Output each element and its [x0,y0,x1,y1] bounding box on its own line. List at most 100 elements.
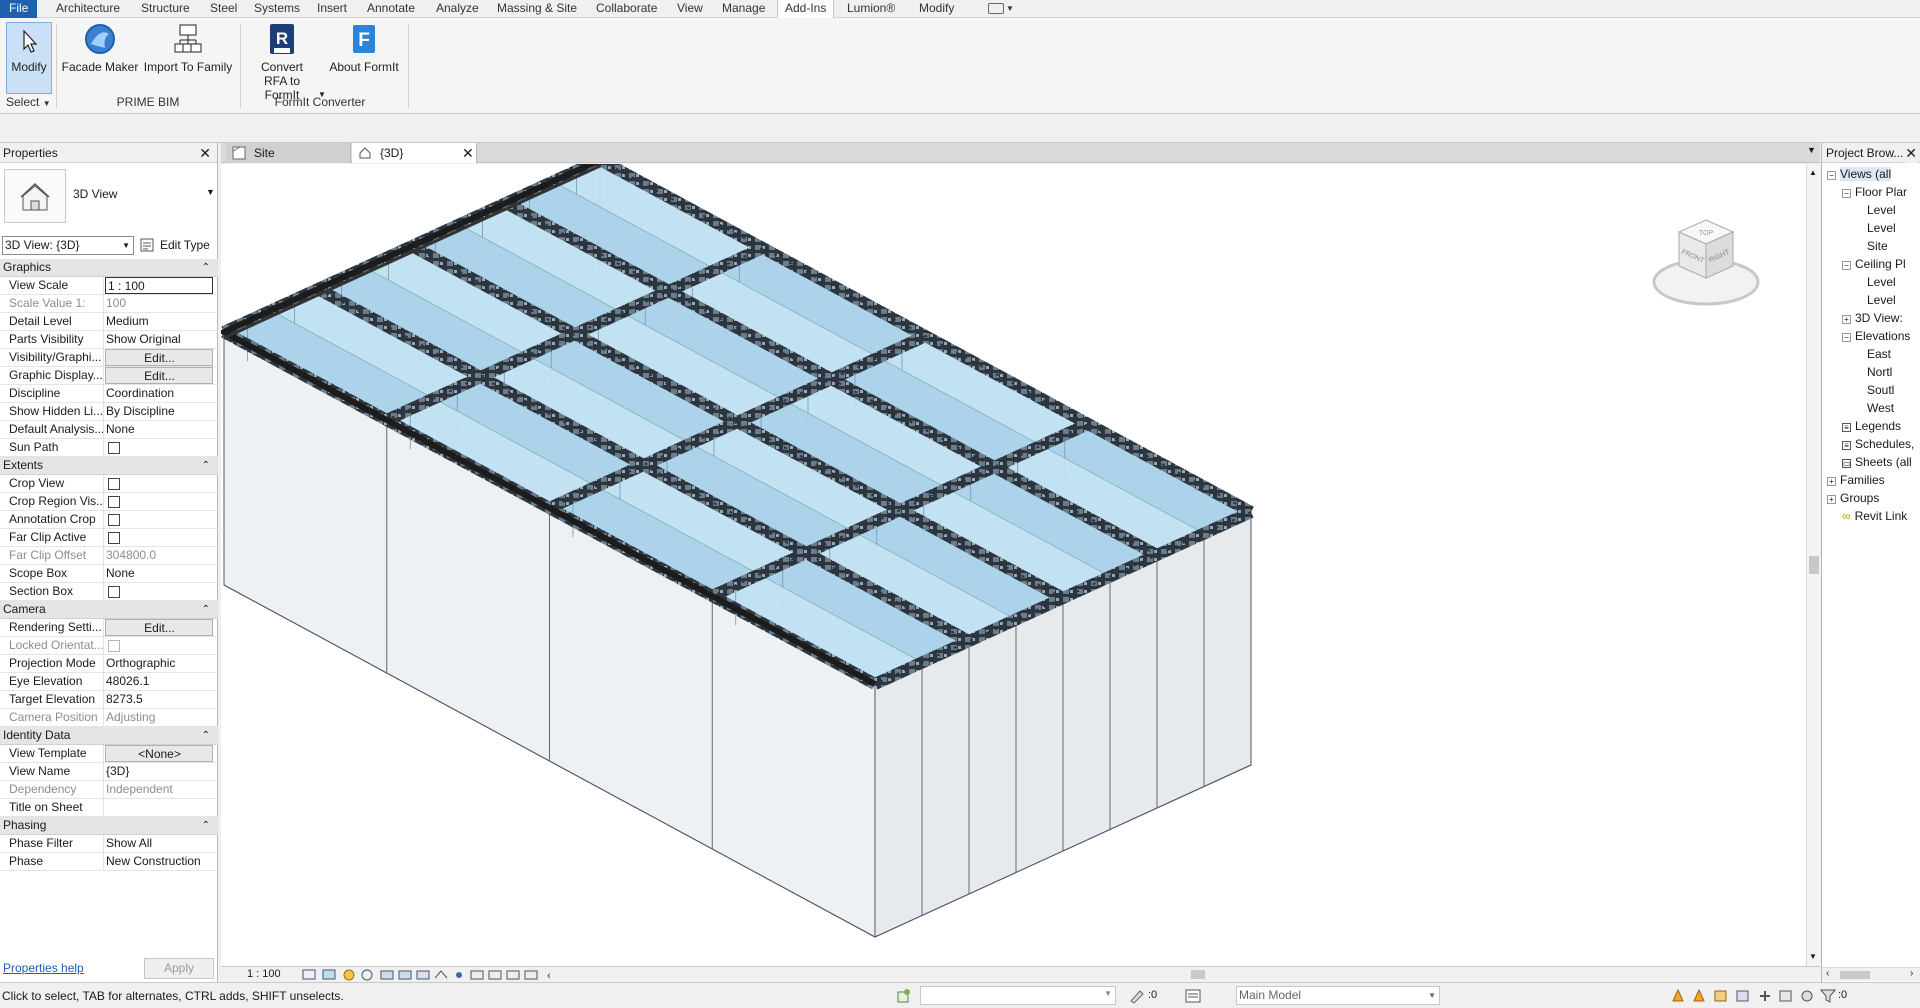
edit-type-button[interactable]: Edit Type [138,236,210,255]
default-analysis-value[interactable]: None [105,421,213,438]
eye-elevation-value[interactable]: 48026.1 [105,673,213,690]
properties-help-link[interactable]: Properties help [3,961,84,975]
scroll-down-icon[interactable]: ▼ [1809,952,1817,961]
tree-item[interactable]: Soutl [1867,381,1894,399]
target-elevation-value[interactable]: 8273.5 [105,691,213,708]
scroll-thumb[interactable] [1809,556,1819,574]
tab-massing-site[interactable]: Massing & Site [497,0,577,18]
tab-analyze[interactable]: Analyze [436,0,479,18]
tree-families[interactable]: + Families [1827,471,1885,489]
file-tab[interactable]: File [0,0,38,18]
instance-filter-select[interactable]: 3D View: {3D} ▼ [2,236,134,255]
facade-maker-button[interactable]: Facade Maker [60,22,140,74]
3d-viewport[interactable]: TOP FRONT RIGHT [217,154,1807,966]
chevron-down-icon[interactable]: ▼ [206,187,215,197]
scroll-thumb[interactable] [1840,971,1870,979]
tab-3d[interactable]: {3D} ✕ [352,143,477,163]
editable-icon[interactable] [1128,987,1146,1005]
group-identity-data[interactable]: Identity Data ⌃ [0,727,218,745]
type-selector[interactable]: 3D View ▼ [0,165,218,227]
sun-path-checkbox[interactable] [108,442,120,454]
tree-elevations[interactable]: − Elevations [1842,327,1910,345]
tree-ceiling-plans[interactable]: − Ceiling Pl [1842,255,1906,273]
tree-views[interactable]: − Views (all [1827,165,1892,183]
filter-icon[interactable] [1820,988,1836,1004]
workset-select[interactable]: ▼ [920,986,1116,1005]
tree-sheets[interactable]: ▭ Sheets (all [1842,453,1912,471]
section-box-checkbox[interactable] [108,586,120,598]
tree-item[interactable]: Nortl [1867,363,1892,381]
tree-schedules[interactable]: ≡ Schedules, [1842,435,1914,453]
crop-region-checkbox[interactable] [108,496,120,508]
tree-groups[interactable]: + Groups [1827,489,1879,507]
rendering-settings-edit-button[interactable]: Edit... [105,619,213,636]
import-to-family-button[interactable]: Import To Family [140,22,236,74]
horizontal-scroll-thumb[interactable] [1191,970,1205,979]
tab-systems[interactable]: Systems [254,0,300,18]
group-extents[interactable]: Extents ⌃ [0,457,218,475]
close-icon[interactable]: ✕ [199,143,211,163]
phase-filter-value[interactable]: Show All [105,835,213,852]
parts-visibility-value[interactable]: Show Original [105,331,213,348]
tab-view[interactable]: View [677,0,703,18]
select-dropdown[interactable]: Select ▼ [6,95,54,109]
tab-structure[interactable]: Structure [141,0,190,18]
tree-item[interactable]: Level [1867,219,1896,237]
tree-item[interactable]: West [1867,399,1894,417]
scroll-right-icon[interactable]: › [1910,968,1913,979]
close-icon[interactable]: ✕ [1905,143,1917,163]
graphic-display-edit-button[interactable]: Edit... [105,367,213,384]
contextual-tab-icon[interactable] [988,3,1004,14]
tree-item[interactable]: Level [1867,291,1896,309]
view-scale-label[interactable]: 1 : 100 [247,968,281,980]
show-hidden-lines-value[interactable]: By Discipline [105,403,213,420]
tree-item[interactable]: East [1867,345,1891,363]
modify-button[interactable]: Modify [6,22,52,94]
projection-mode-value[interactable]: Orthographic [105,655,213,672]
crop-view-checkbox[interactable] [108,478,120,490]
tree-3d-views[interactable]: +3D View: [1842,309,1903,327]
tab-insert[interactable]: Insert [317,0,347,18]
tab-lumion[interactable]: Lumion® [847,0,895,18]
about-formit-button[interactable]: F About FormIt [326,22,402,74]
design-options-icon[interactable] [1184,987,1202,1005]
tree-legends[interactable]: ≡ Legends [1842,417,1901,435]
view-control-icons[interactable]: ‹ [301,968,601,982]
far-clip-checkbox[interactable] [108,532,120,544]
tab-site[interactable]: Site [226,143,351,163]
chevron-down-icon[interactable]: ▼ [1006,0,1014,18]
group-camera[interactable]: Camera ⌃ [0,601,218,619]
tab-steel[interactable]: Steel [210,0,237,18]
browser-horizontal-scrollbar[interactable]: ‹ › [1822,967,1920,981]
visibility-graphics-edit-button[interactable]: Edit... [105,349,213,366]
phase-value[interactable]: New Construction [105,853,213,870]
tab-annotate[interactable]: Annotate [367,0,415,18]
discipline-value[interactable]: Coordination [105,385,213,402]
tab-architecture[interactable]: Architecture [56,0,120,18]
tab-add-ins[interactable]: Add-Ins [777,0,835,19]
tab-manage[interactable]: Manage [722,0,765,18]
tab-modify[interactable]: Modify [919,0,954,18]
tab-collaborate[interactable]: Collaborate [596,0,657,18]
annotation-crop-checkbox[interactable] [108,514,120,526]
tree-revit-links[interactable]: ∞ Revit Link [1842,507,1907,525]
vertical-scrollbar[interactable]: ▲ ▼ [1806,164,1820,966]
view-cube[interactable]: TOP FRONT RIGHT [1641,212,1771,322]
convert-rfa-button[interactable]: R Convert RFA to FormIt [246,22,318,102]
tree-floor-plans[interactable]: − Floor Plar [1842,183,1907,201]
view-template-button[interactable]: <None> [105,745,213,762]
group-graphics[interactable]: Graphics ⌃ [0,259,218,277]
model-select[interactable]: Main Model ▼ [1236,986,1440,1005]
tab-list-icon[interactable]: ▼ [1807,145,1816,155]
title-on-sheet-value[interactable] [105,799,213,816]
worksharing-icon[interactable] [895,987,913,1005]
group-phasing[interactable]: Phasing ⌃ [0,817,218,835]
scroll-left-icon[interactable]: ‹ [1826,968,1829,979]
close-icon[interactable]: ✕ [462,143,474,163]
scope-box-value[interactable]: None [105,565,213,582]
tree-item[interactable]: Level [1867,201,1896,219]
scroll-up-icon[interactable]: ▲ [1809,168,1817,177]
tree-item[interactable]: Site [1867,237,1888,255]
detail-level-value[interactable]: Medium [105,313,213,330]
view-name-value[interactable]: {3D} [105,763,213,780]
